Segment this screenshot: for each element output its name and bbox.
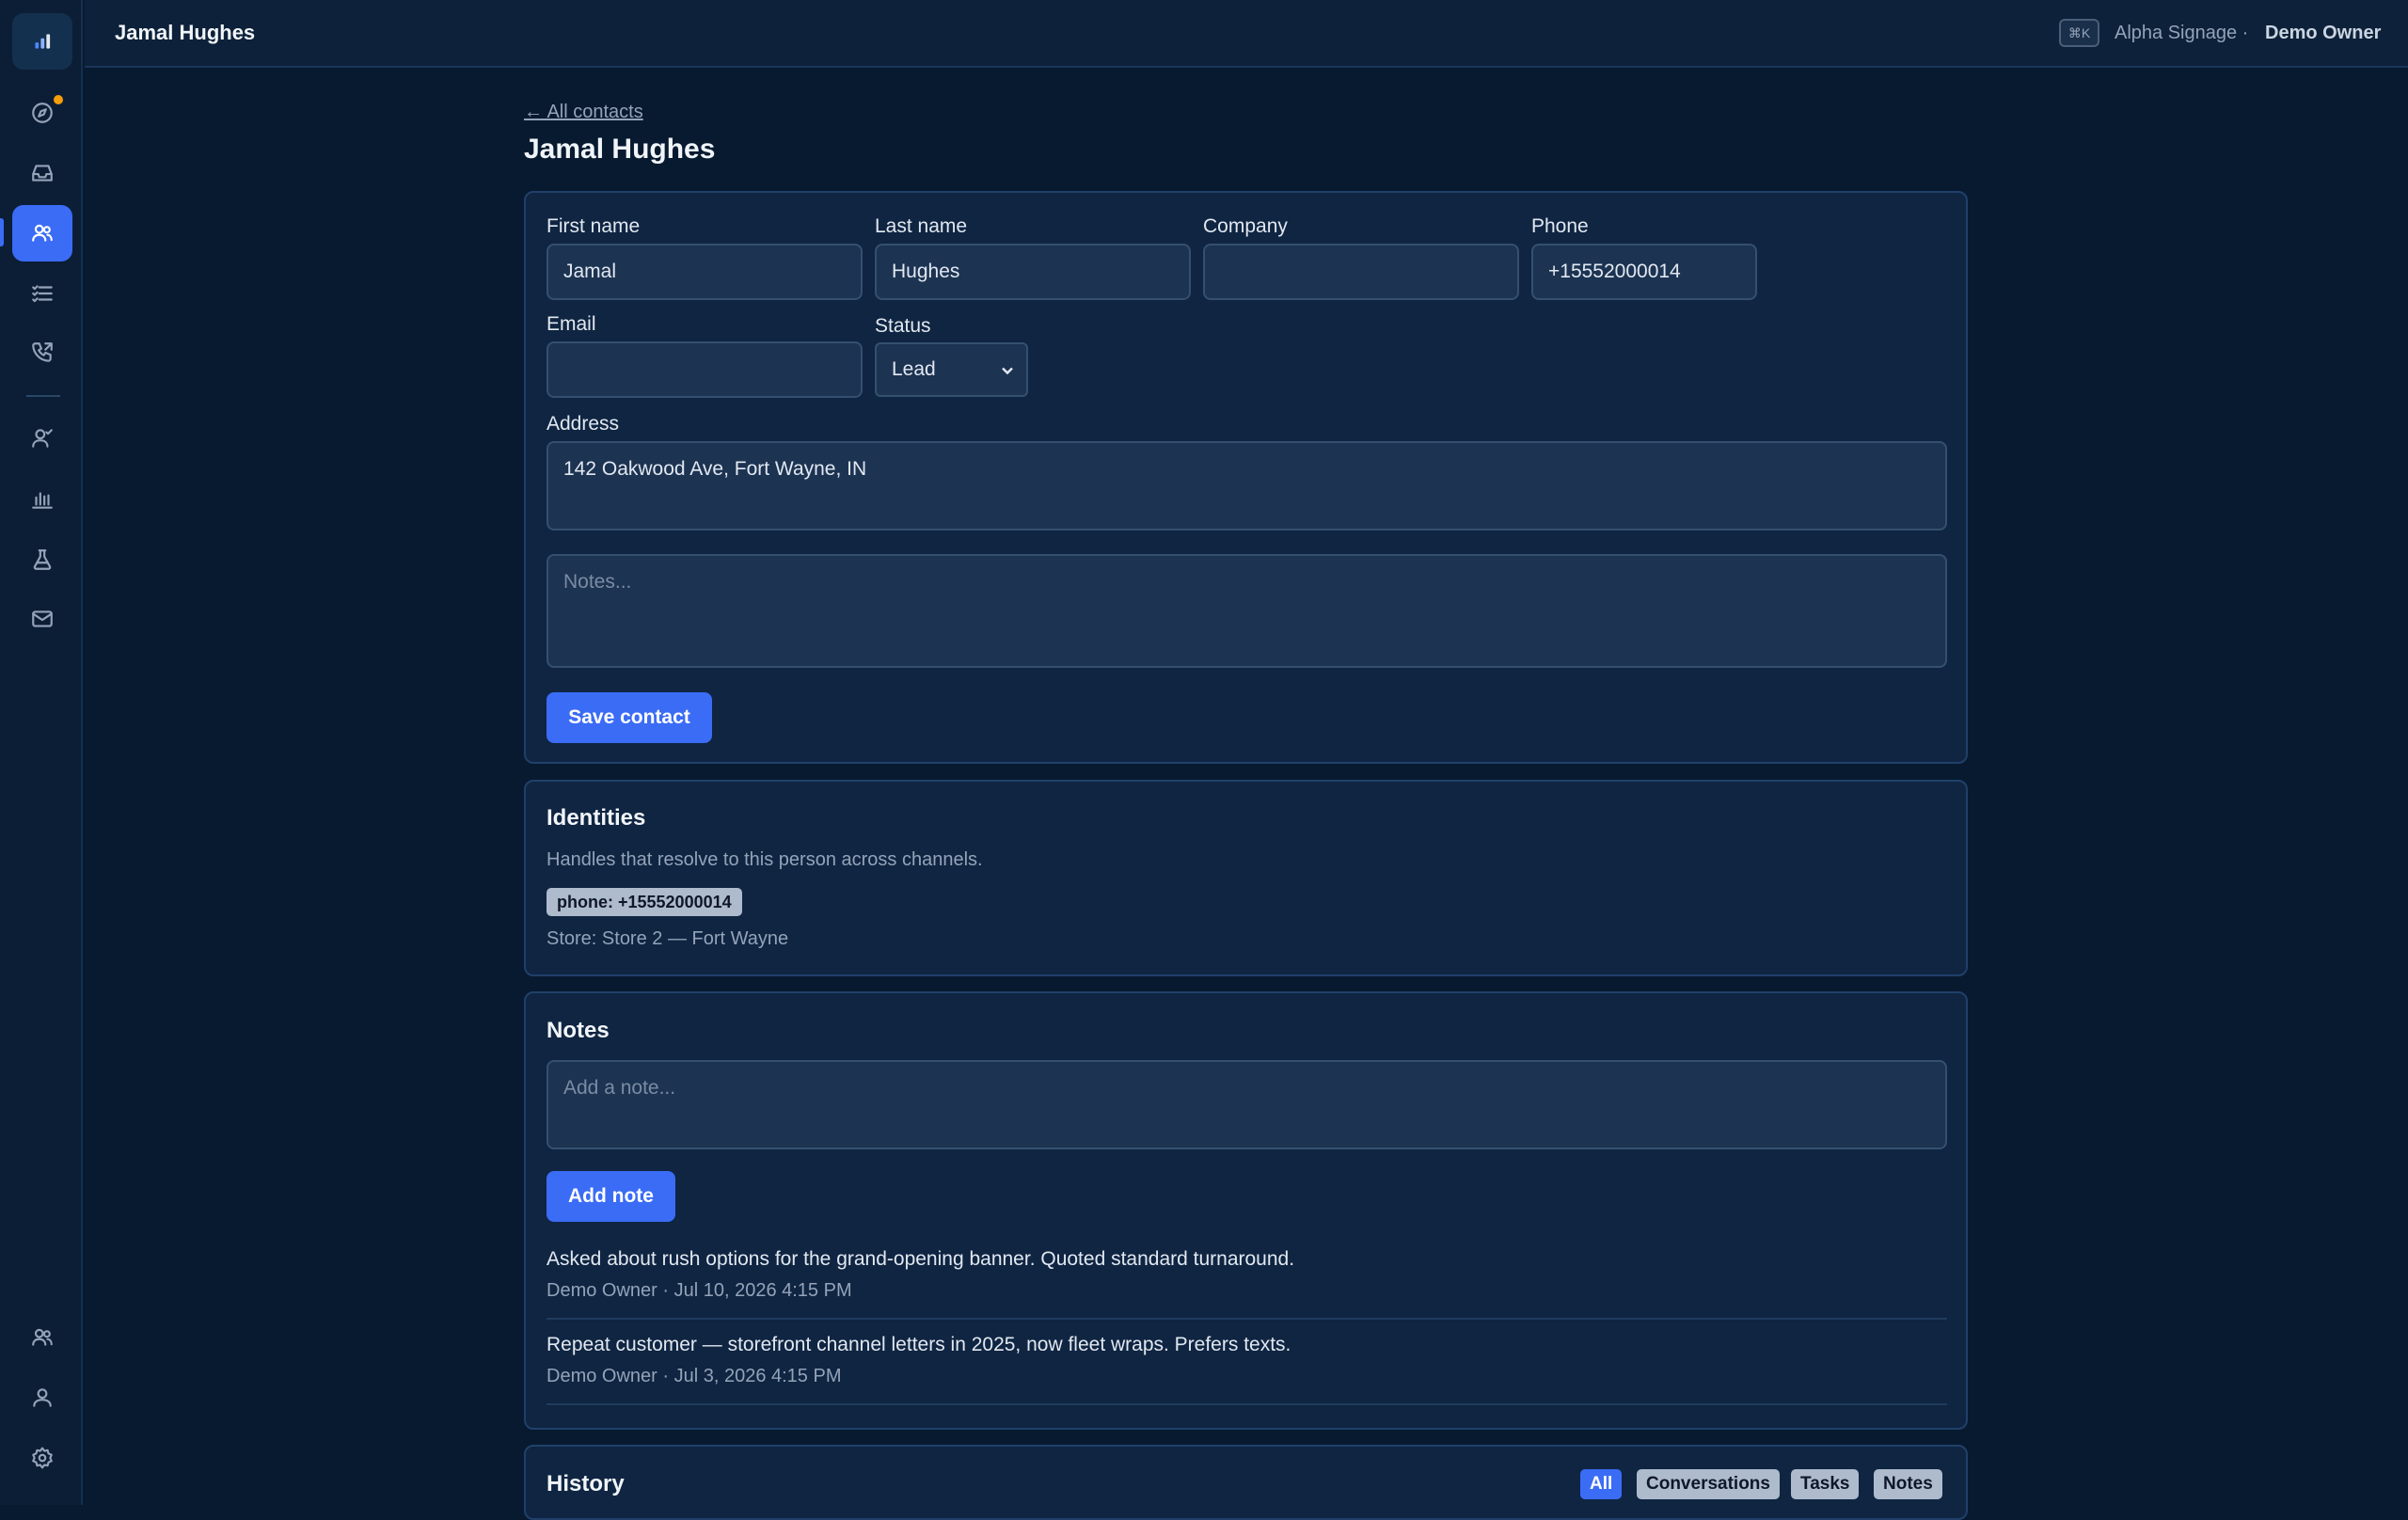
history-filter-all[interactable]: All <box>1580 1469 1623 1499</box>
users-icon <box>32 224 53 242</box>
add-note-textarea[interactable]: Add a note... <box>547 1060 1947 1149</box>
contact-notes-textarea[interactable]: Notes... <box>547 554 1947 668</box>
back-to-contacts-link[interactable]: ← All contacts <box>524 102 643 123</box>
logo-button[interactable] <box>12 13 72 70</box>
list-check-icon <box>32 285 53 303</box>
nav-inbox[interactable] <box>12 145 72 201</box>
nav-profile[interactable] <box>12 1370 72 1426</box>
identity-store: Store: Store 2 — Fort Wayne <box>547 928 789 949</box>
gear-icon <box>32 1447 53 1469</box>
first-name-input[interactable]: Jamal <box>547 244 863 300</box>
first-name-label: First name <box>547 215 641 237</box>
status-select-value: Lead <box>892 358 936 380</box>
user-menu[interactable]: Demo Owner <box>2265 23 2381 44</box>
topbar-title: Jamal Hughes <box>115 21 256 44</box>
page-title: Jamal Hughes <box>524 134 716 165</box>
contact-form-card: First name Jamal Last name Hughes Compan… <box>524 191 1968 764</box>
phone-input[interactable]: +15552000014 <box>1531 244 1757 300</box>
note-divider <box>547 1403 1947 1405</box>
nav-agents[interactable] <box>12 410 72 467</box>
nav-contacts[interactable] <box>12 205 72 261</box>
note-item-meta: Demo Owner · Jul 10, 2026 4:15 PM <box>547 1280 852 1301</box>
sidebar <box>0 0 83 1505</box>
company-input[interactable] <box>1203 244 1519 300</box>
nav-experiments[interactable] <box>12 531 72 588</box>
compass-icon <box>32 103 53 123</box>
address-textarea[interactable]: 142 Oakwood Ave, Fort Wayne, IN <box>547 441 1947 530</box>
users-icon <box>32 1328 53 1346</box>
note-item-meta: Demo Owner · Jul 3, 2026 4:15 PM <box>547 1366 842 1386</box>
mail-icon <box>32 610 53 627</box>
notes-card: Notes Add a note... Add note Asked about… <box>524 991 1968 1430</box>
user-icon <box>33 1388 52 1407</box>
identities-card: Identities Handles that resolve to this … <box>524 780 1968 976</box>
history-filter-tasks[interactable]: Tasks <box>1791 1469 1860 1499</box>
email-input[interactable] <box>547 341 863 398</box>
chevron-down-icon <box>1002 367 1013 375</box>
phone-label: Phone <box>1531 215 1589 237</box>
note-divider <box>547 1318 1947 1320</box>
sidebar-divider <box>26 395 60 397</box>
notes-title: Notes <box>547 1018 610 1043</box>
phone-icon <box>32 342 53 362</box>
topbar: Jamal Hughes ⌘K Alpha Signage · Demo Own… <box>85 0 2408 68</box>
inbox-icon <box>32 165 53 182</box>
nav-mail[interactable] <box>12 591 72 647</box>
nav-explore[interactable] <box>12 85 72 141</box>
nav-team[interactable] <box>12 1309 72 1366</box>
nav-settings[interactable] <box>12 1430 72 1486</box>
note-item-text: Asked about rush options for the grand-o… <box>547 1248 1295 1270</box>
address-label: Address <box>547 413 620 435</box>
active-marker <box>0 218 4 246</box>
save-contact-button[interactable]: Save contact <box>547 692 712 743</box>
note-item-text: Repeat customer — storefront channel let… <box>547 1334 1291 1355</box>
status-select[interactable]: Lead <box>875 342 1028 397</box>
company-label: Company <box>1203 215 1288 237</box>
notification-dot <box>54 95 63 104</box>
bar-chart-icon <box>32 492 53 509</box>
nav-tasks[interactable] <box>12 265 72 322</box>
email-label: Email <box>547 313 596 335</box>
last-name-input[interactable]: Hughes <box>875 244 1191 300</box>
identities-title: Identities <box>547 805 646 831</box>
nav-reports[interactable] <box>12 471 72 528</box>
user-check-icon <box>32 429 53 448</box>
last-name-label: Last name <box>875 215 968 237</box>
bar-chart-icon <box>35 34 51 49</box>
identities-description: Handles that resolve to this person acro… <box>547 849 983 870</box>
nav-calls[interactable] <box>12 325 72 381</box>
flask-icon <box>33 549 52 570</box>
history-title: History <box>547 1471 625 1496</box>
command-palette-shortcut[interactable]: ⌘K <box>2059 19 2099 47</box>
history-filter-notes[interactable]: Notes <box>1874 1469 1942 1499</box>
add-note-button[interactable]: Add note <box>547 1171 675 1222</box>
org-name: Alpha Signage · <box>2115 23 2249 43</box>
history-card: History All Conversations Tasks Notes <box>524 1445 1968 1520</box>
history-filter-conversations[interactable]: Conversations <box>1637 1469 1780 1499</box>
identity-badge-phone: phone: +15552000014 <box>547 888 742 916</box>
status-label: Status <box>875 315 931 337</box>
